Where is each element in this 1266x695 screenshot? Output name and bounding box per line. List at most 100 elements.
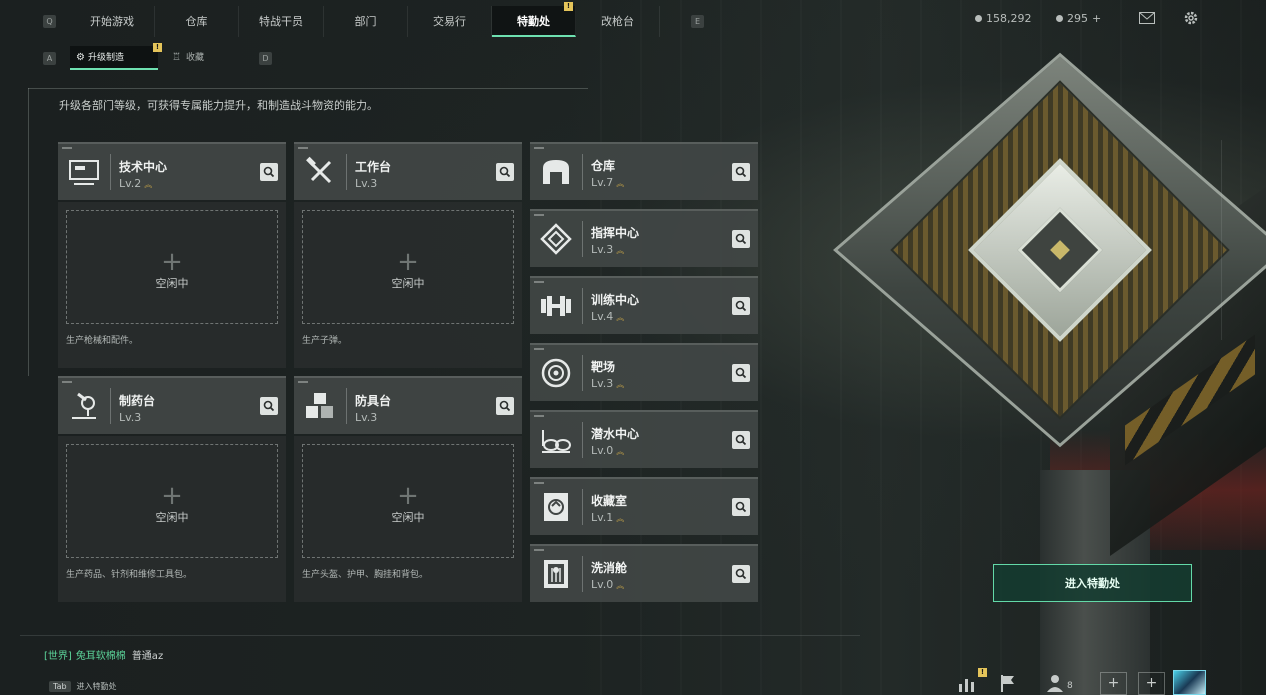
add-icon: +	[397, 247, 419, 278]
collection-icon	[544, 493, 568, 521]
tab-start-game[interactable]: 开始游戏	[70, 6, 155, 37]
stats-chart-icon[interactable]	[956, 672, 978, 694]
diamond-icon	[1056, 15, 1063, 22]
dept-level: Lv.1 ︽	[591, 511, 624, 524]
search-icon[interactable]	[732, 565, 750, 583]
special-ops-cube-render	[833, 52, 1266, 557]
dept-card-command-center[interactable]: 指挥中心 Lv.3 ︽	[530, 209, 758, 267]
target-icon	[541, 358, 571, 388]
add-teammate-button[interactable]: +	[1100, 672, 1127, 695]
add-icon: +	[161, 481, 183, 512]
mail-icon[interactable]	[1138, 10, 1156, 28]
idle-craft-slot[interactable]: + 空闲中	[302, 210, 514, 324]
tab-special-ops[interactable]: 特勤处 !	[492, 2, 576, 37]
chat-message[interactable]: [世界] 兔耳软棉棉 普通az	[44, 647, 163, 662]
dept-description: 生产子弹。	[302, 336, 348, 346]
chat-text: 普通az	[131, 651, 164, 662]
search-icon[interactable]	[732, 297, 750, 315]
slot-status: 空闲中	[155, 511, 189, 524]
search-icon[interactable]	[496, 397, 514, 415]
dept-card-tech-center[interactable]: 技术中心 Lv.2 ︽	[58, 142, 286, 200]
enter-special-ops-button[interactable]: 进入特勤处	[993, 564, 1192, 602]
search-icon[interactable]	[732, 163, 750, 181]
dept-name: 仓库	[591, 159, 616, 173]
level-text: Lv.1	[591, 511, 614, 524]
dept-card-workbench[interactable]: 工作台 Lv.3	[294, 142, 522, 200]
slot-status: 空闲中	[391, 511, 425, 524]
search-icon[interactable]	[732, 498, 750, 516]
tab-label: 交易行	[433, 15, 466, 28]
frame-line	[1221, 140, 1222, 340]
tab-gunsmith[interactable]: 改枪台	[576, 6, 660, 37]
search-icon[interactable]	[732, 431, 750, 449]
search-icon[interactable]	[732, 230, 750, 248]
tab-label: 开始游戏	[90, 15, 134, 28]
computer-icon	[69, 160, 99, 185]
dept-card-pharmacy[interactable]: 制药台 Lv.3	[58, 376, 286, 434]
add-teammate-button[interactable]: +	[1138, 672, 1165, 695]
prev-subtab-key[interactable]: A	[43, 52, 56, 65]
dept-level: Lv.3	[355, 177, 377, 190]
dept-name: 收藏室	[591, 494, 628, 508]
dept-card-diving-center[interactable]: 潜水中心 Lv.0 ︽	[530, 410, 758, 468]
dept-level: Lv.3	[119, 411, 141, 424]
tab-operators[interactable]: 特战干员	[239, 6, 324, 37]
search-icon[interactable]	[732, 364, 750, 382]
dept-level: Lv.3	[355, 411, 377, 424]
craft-slot-panel: + 空闲中 生产头盔、护甲、胸挂和背包。	[294, 436, 522, 602]
subtab-upgrade-craft[interactable]: ⚙ 升级制造 !	[70, 43, 162, 70]
dept-name: 技术中心	[119, 160, 168, 174]
search-icon[interactable]	[260, 397, 278, 415]
page-description: 升级各部门等级，可获得专属能力提升，和制造战斗物资的能力。	[59, 99, 378, 112]
dept-card-training-center[interactable]: 训练中心 Lv.4 ︽	[530, 276, 758, 334]
prev-tab-key[interactable]: Q	[43, 15, 56, 28]
diving-goggles-icon	[542, 430, 571, 453]
dept-card-shooting-range[interactable]: 靶场 Lv.3 ︽	[530, 343, 758, 401]
tab-label: 仓库	[185, 15, 208, 28]
level-text: Lv.4	[591, 310, 614, 323]
add-currency-button[interactable]: +	[1092, 12, 1101, 25]
search-icon[interactable]	[496, 163, 514, 181]
currency-premium[interactable]: 295 +	[1056, 12, 1101, 25]
tab-key: Tab	[49, 680, 71, 692]
dept-description: 生产药品、针剂和维修工具包。	[66, 570, 193, 580]
level-text: Lv.3	[355, 177, 378, 190]
dept-name: 工作台	[355, 160, 392, 174]
player-avatar[interactable]	[1173, 670, 1206, 695]
chat-username[interactable]: 兔耳软棉棉	[76, 651, 126, 662]
tab-hint-label: 进入特勤处	[76, 681, 117, 691]
friends-icon[interactable]	[1044, 672, 1066, 694]
upgrade-chevron-icon: ︽	[144, 180, 153, 189]
search-icon[interactable]	[260, 163, 278, 181]
upgrade-chevron-icon: ︽	[616, 246, 625, 255]
dept-card-warehouse[interactable]: 仓库 Lv.7 ︽	[530, 142, 758, 200]
tab-trading[interactable]: 交易行	[408, 6, 492, 37]
dumbbell-icon	[541, 296, 571, 316]
idle-craft-slot[interactable]: + 空闲中	[66, 210, 278, 324]
craft-icon: ⚙	[76, 52, 85, 63]
coin-amount: 158,292	[986, 12, 1032, 25]
next-tab-key[interactable]: E	[691, 15, 704, 28]
upgrade-chevron-icon: ︽	[616, 447, 625, 456]
dept-description: 生产枪械和配件。	[66, 336, 139, 346]
gear-icon[interactable]	[1182, 10, 1200, 28]
dept-card-decontamination[interactable]: 洗消舱 Lv.0 ︽	[530, 544, 758, 602]
dept-card-armor-bench[interactable]: 防具台 Lv.3	[294, 376, 522, 434]
next-subtab-key[interactable]: D	[259, 52, 272, 65]
dept-level: Lv.3 ︽	[591, 377, 624, 390]
tab-departments[interactable]: 部门	[324, 6, 408, 37]
idle-craft-slot[interactable]: + 空闲中	[66, 444, 278, 558]
armor-boxes-icon	[306, 393, 333, 418]
decontamination-icon	[544, 560, 568, 588]
dept-name: 训练中心	[591, 293, 640, 307]
add-icon: +	[397, 481, 419, 512]
coin-icon	[975, 15, 982, 22]
upgrade-chevron-icon: ︽	[616, 514, 625, 523]
tab-warehouse[interactable]: 仓库	[155, 6, 239, 37]
notification-badge: !	[564, 2, 573, 11]
notification-badge: !	[978, 668, 987, 677]
subtab-collection[interactable]: ♖ 收藏	[172, 46, 242, 70]
idle-craft-slot[interactable]: + 空闲中	[302, 444, 514, 558]
dept-card-collection-room[interactable]: 收藏室 Lv.1 ︽	[530, 477, 758, 535]
flag-icon[interactable]	[997, 672, 1019, 694]
